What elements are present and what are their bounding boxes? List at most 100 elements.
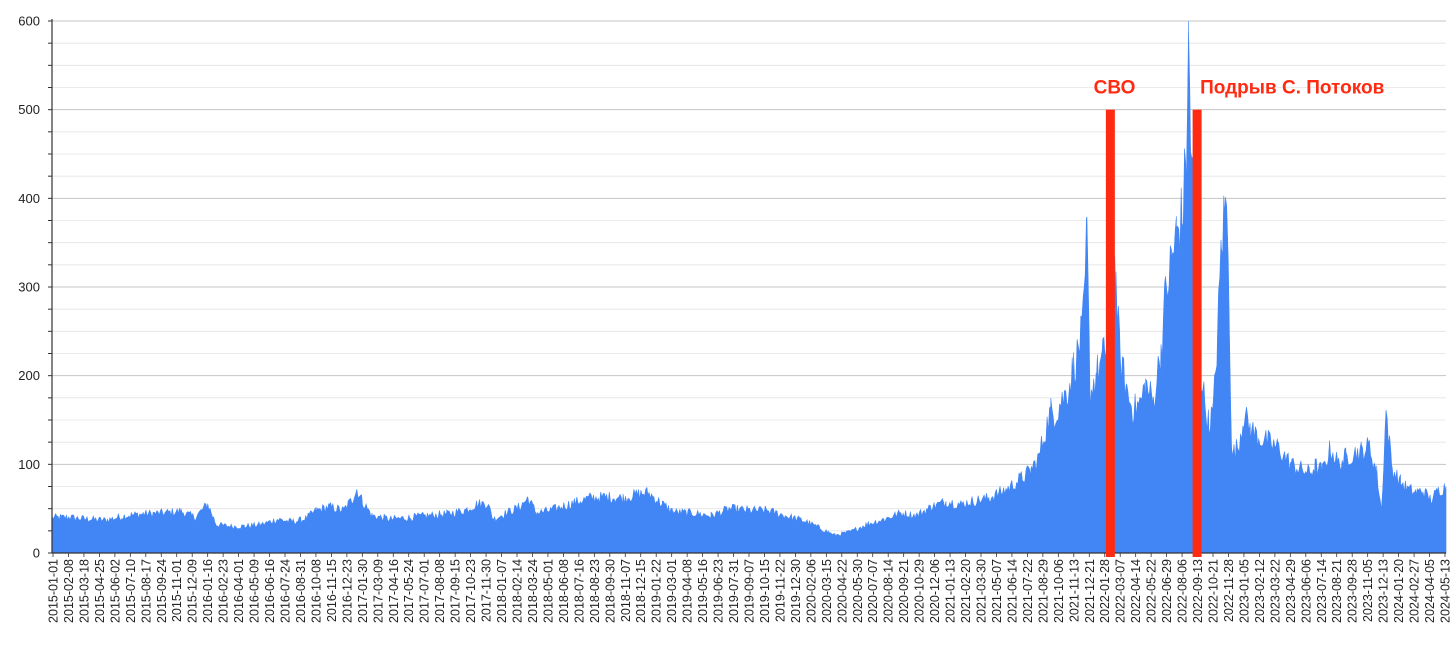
x-tick-label: 2017-01-30 (356, 559, 370, 623)
y-tick-labels: 0 100 200 300 400 500 600 (18, 14, 40, 561)
x-tick-label: 2024-05-13 (1439, 559, 1453, 623)
x-tick-label: 2015-11-01 (170, 559, 184, 622)
x-tick-label: 2020-10-29 (913, 559, 927, 623)
x-tick-label: 2020-08-14 (882, 559, 896, 623)
y-tick-label: 200 (18, 368, 40, 383)
chart: 0 100 200 300 400 500 600 2015-01-01 2015-02-08… (18, 14, 1453, 623)
x-tick-label: 2019-12-30 (789, 559, 803, 623)
x-tick-label: 2021-07-22 (1021, 559, 1035, 623)
x-tick-label: 2019-07-31 (727, 559, 741, 623)
x-tick-label: 2020-09-21 (897, 559, 911, 623)
x-tick-label: 2018-02-14 (511, 559, 525, 623)
x-tick-label: 2019-10-15 (758, 559, 772, 623)
x-tick-label: 2023-03-22 (1268, 559, 1282, 623)
x-tick-label: 2021-10-06 (1052, 559, 1066, 623)
x-tick-label: 2023-04-29 (1284, 559, 1298, 623)
x-tick-label: 2015-04-25 (93, 559, 107, 623)
x-tick-label: 2015-07-10 (124, 559, 138, 623)
y-tick-label: 500 (18, 102, 40, 117)
x-tick-label: 2023-11-05 (1361, 559, 1375, 622)
x-tick-label: 2017-09-15 (449, 559, 463, 623)
x-tick-label: 2016-05-09 (248, 559, 262, 623)
x-tick-label: 2022-04-14 (1129, 559, 1143, 623)
annotation-bar (1192, 109, 1202, 558)
x-tick-label: 2015-01-01 (47, 559, 61, 623)
x-tick-label: 2016-12-23 (340, 559, 354, 623)
x-tick-label: 2018-03-24 (526, 559, 540, 623)
x-tick-label: 2017-07-01 (418, 559, 432, 623)
x-tick-label: 2016-02-23 (217, 559, 231, 623)
x-tick-label: 2015-08-17 (139, 559, 153, 623)
x-tick-label: 2020-07-07 (866, 559, 880, 623)
x-tick-label: 2024-04-05 (1423, 559, 1437, 623)
x-tick-label: 2023-08-21 (1330, 559, 1344, 623)
x-tick-label: 2017-10-23 (464, 559, 478, 623)
x-tick-label: 2016-06-16 (263, 559, 277, 623)
x-tick-label: 2021-05-07 (990, 559, 1004, 623)
x-tick-label: 2020-02-06 (804, 559, 818, 623)
x-tick-label: 2015-06-02 (108, 559, 122, 623)
x-tick-label: 2018-09-30 (603, 559, 617, 623)
x-tick-label: 2019-09-07 (743, 559, 757, 623)
x-tick-label: 2018-08-23 (588, 559, 602, 623)
x-tick-label: 2021-08-29 (1036, 559, 1050, 623)
x-tick-label: 2021-01-13 (944, 559, 958, 623)
x-tick-label: 2019-01-22 (650, 559, 664, 623)
x-tick-label: 2015-03-18 (77, 559, 91, 623)
x-tick-label: 2022-08-06 (1176, 559, 1190, 623)
y-tick-label: 600 (18, 14, 40, 29)
x-tick-label: 2018-11-07 (619, 559, 633, 622)
x-tick-label: 2023-06-06 (1299, 559, 1313, 623)
x-tick-label: 2021-12-21 (1083, 559, 1097, 623)
x-tick-label: 2017-08-08 (433, 559, 447, 623)
x-tick-label: 2022-06-29 (1160, 559, 1174, 623)
annotation-label: СВО (1094, 78, 1136, 99)
x-tick-label: 2016-11-15 (325, 559, 339, 622)
annotation-label: Подрыв С. Потоков (1200, 78, 1384, 99)
x-tick-label: 2020-05-30 (851, 559, 865, 623)
x-tick-label: 2016-01-16 (201, 559, 215, 623)
x-tick-label: 2019-11-22 (773, 559, 787, 622)
x-tick-label: 2017-03-09 (371, 559, 385, 623)
x-tick-label: 2020-04-22 (835, 559, 849, 623)
x-tick-label: 2021-02-20 (959, 559, 973, 623)
x-tick-label: 2018-05-01 (541, 559, 555, 623)
x-tick-label: 2022-03-07 (1114, 559, 1128, 623)
x-tick-label: 2022-11-28 (1222, 559, 1236, 622)
x-tick-label: 2016-10-08 (309, 559, 323, 623)
x-tick-label: 2016-04-01 (232, 559, 246, 623)
x-tick-labels: 2015-01-01 2015-02-08 2015-03-18 2015-04-25… (47, 559, 1453, 623)
x-tick-label: 2016-07-24 (279, 559, 293, 623)
x-tick-label: 2018-06-08 (557, 559, 571, 623)
y-tick-label: 0 (33, 546, 40, 561)
x-tick-label: 2019-03-01 (665, 559, 679, 623)
x-tick-label: 2024-02-27 (1408, 559, 1422, 623)
x-tick-label: 2017-05-24 (402, 559, 416, 623)
x-tick-label: 2022-10-21 (1207, 559, 1221, 623)
x-tick-label: 2019-04-08 (681, 559, 695, 623)
y-tick-label: 300 (18, 280, 40, 295)
x-tick-label: 2015-02-08 (62, 559, 76, 623)
x-tick-label: 2017-04-16 (387, 559, 401, 623)
x-tick-label: 2022-05-22 (1145, 559, 1159, 623)
x-tick-label: 2021-11-13 (1067, 559, 1081, 622)
x-tick-label: 2024-01-20 (1392, 559, 1406, 623)
x-tick-label: 2021-06-14 (1005, 559, 1019, 623)
x-tick-label: 2015-09-24 (155, 559, 169, 623)
x-tick-label: 2015-12-09 (186, 559, 200, 623)
x-tick-label: 2020-03-15 (820, 559, 834, 623)
x-tick-label: 2017-11-30 (480, 559, 494, 622)
annotation-bar (1105, 109, 1115, 558)
x-tick-label: 2023-09-28 (1346, 559, 1360, 623)
x-tick-label: 2023-07-14 (1315, 559, 1329, 623)
x-tick-label: 2023-01-05 (1237, 559, 1251, 623)
x-tick-label: 2018-12-15 (634, 559, 648, 623)
x-tick-label: 2020-12-06 (928, 559, 942, 623)
x-tick-label: 2018-07-16 (572, 559, 586, 623)
y-tick-label: 100 (18, 457, 40, 472)
x-tick-label: 2019-06-23 (712, 559, 726, 623)
x-tick-label: 2022-01-28 (1098, 559, 1112, 623)
x-tick-label: 2021-03-30 (975, 559, 989, 623)
y-tick-label: 400 (18, 191, 40, 206)
x-tick-label: 2019-05-16 (696, 559, 710, 623)
